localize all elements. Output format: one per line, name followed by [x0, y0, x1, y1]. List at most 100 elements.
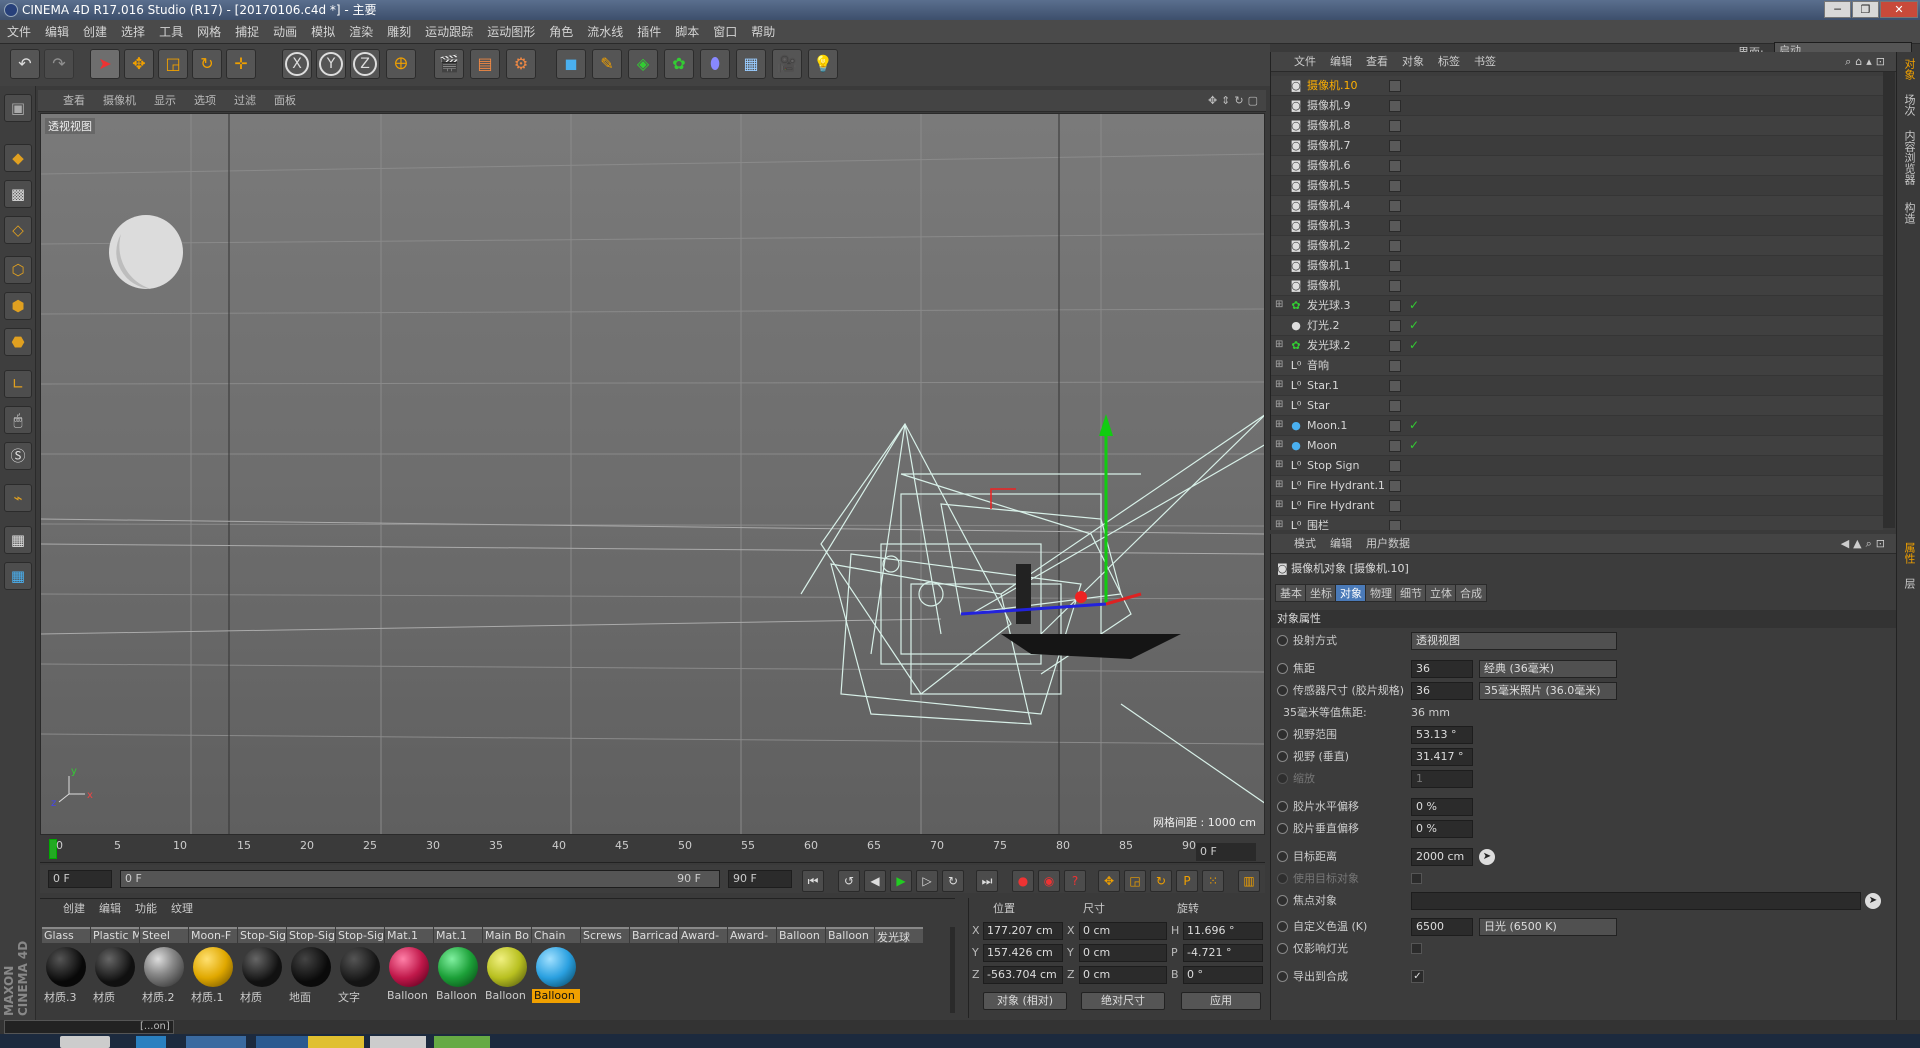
object-menu-objects[interactable]: 对象: [1395, 52, 1431, 72]
material-item[interactable]: 发光球: [875, 927, 923, 943]
polygons-mode-icon[interactable]: ⬣: [4, 328, 32, 356]
recent-tool-icon[interactable]: ✛: [226, 49, 256, 79]
menu-simulate[interactable]: 模拟: [304, 20, 342, 44]
play-icon[interactable]: ▶: [890, 870, 912, 892]
object-row[interactable]: ◙ 摄像机.6: [1271, 156, 1883, 176]
material-item[interactable]: Stop-Sig 地面: [287, 927, 335, 1003]
timeline-ruler[interactable]: 0 5 10 15 20 25 30 35 40 45 50 55 60 65 …: [40, 837, 1265, 863]
material-item[interactable]: Balloon: [826, 927, 874, 943]
material-menu-create[interactable]: 创建: [56, 899, 92, 919]
tab-basic[interactable]: 基本: [1275, 584, 1307, 602]
material-item[interactable]: Balloon: [777, 927, 825, 943]
object-menu-file[interactable]: 文件: [1287, 52, 1323, 72]
keyframe-selection-icon[interactable]: ?: [1064, 870, 1086, 892]
rotate-icon[interactable]: ↻: [192, 49, 222, 79]
export-composition-checkbox[interactable]: ✓: [1411, 970, 1424, 983]
cube-icon[interactable]: ◼: [556, 49, 586, 79]
z-axis-icon[interactable]: Z: [350, 49, 380, 79]
pen-icon[interactable]: ✎: [592, 49, 622, 79]
check-icon[interactable]: ✓: [1409, 338, 1419, 352]
pick-target-icon[interactable]: ➤: [1479, 849, 1495, 865]
tab-coords[interactable]: 坐标: [1305, 584, 1337, 602]
rotation-p-field[interactable]: -4.721 °: [1183, 944, 1263, 962]
material-menu-edit[interactable]: 编辑: [92, 899, 128, 919]
material-menu-function[interactable]: 功能: [128, 899, 164, 919]
check-icon[interactable]: ✓: [1409, 418, 1419, 432]
material-item[interactable]: Moon-F 材质.1: [189, 927, 237, 1003]
object-row[interactable]: ◙ 摄像机.7: [1271, 136, 1883, 156]
target-distance-field[interactable]: 2000 cm: [1411, 848, 1473, 866]
world-coord-icon[interactable]: 🜨: [386, 49, 416, 79]
fov-vertical-field[interactable]: 31.417 °: [1411, 748, 1473, 766]
focus-object-field[interactable]: [1411, 892, 1861, 910]
maximize-button[interactable]: ❐: [1852, 1, 1879, 18]
object-row[interactable]: ◙ 摄像机.3: [1271, 216, 1883, 236]
deformer-icon[interactable]: ⬮: [700, 49, 730, 79]
solo-icon[interactable]: Ⓢ: [4, 442, 32, 470]
move-icon[interactable]: ✥: [124, 49, 154, 79]
object-row[interactable]: ⊞ ● Moon ✓: [1271, 436, 1883, 456]
object-row[interactable]: ◙ 摄像机.5: [1271, 176, 1883, 196]
timeline-icon[interactable]: ▥: [1238, 870, 1260, 892]
y-axis-icon[interactable]: Y: [316, 49, 346, 79]
grid-icon[interactable]: ▦: [4, 562, 32, 590]
material-item[interactable]: Mat.1 Balloon: [434, 927, 482, 1003]
menu-edit[interactable]: 编辑: [38, 20, 76, 44]
material-item-selected[interactable]: Chain Balloon: [532, 927, 580, 1003]
menu-file[interactable]: 文件: [0, 20, 38, 44]
record-icon[interactable]: ●: [1012, 870, 1034, 892]
material-scrollbar[interactable]: [950, 927, 955, 1013]
scale-icon[interactable]: ◲: [158, 49, 188, 79]
object-row[interactable]: ⊞ L⁰ Fire Hydrant: [1271, 496, 1883, 516]
key-scale-icon[interactable]: ◲: [1124, 870, 1146, 892]
object-menu-view[interactable]: 查看: [1359, 52, 1395, 72]
viewport-nav-icons[interactable]: ✥⇕↻▢: [1208, 90, 1262, 112]
object-row[interactable]: ◙ 摄像机.1: [1271, 256, 1883, 276]
taskbar-item[interactable]: [186, 1036, 246, 1048]
check-icon[interactable]: ✓: [1409, 298, 1419, 312]
menu-animate[interactable]: 动画: [266, 20, 304, 44]
check-icon[interactable]: ✓: [1409, 438, 1419, 452]
object-row[interactable]: ⊞ L⁰ Star: [1271, 396, 1883, 416]
expand-icon[interactable]: ⊞: [1275, 480, 1285, 490]
attribute-menu-mode[interactable]: 模式: [1287, 534, 1323, 554]
expand-icon[interactable]: ⊞: [1275, 360, 1285, 370]
taskbar-item[interactable]: [370, 1036, 426, 1048]
tab-structure-vertical[interactable]: 构造: [1901, 202, 1917, 224]
cloner-icon[interactable]: ✿: [664, 49, 694, 79]
menu-snap[interactable]: 捕捉: [228, 20, 266, 44]
menu-character[interactable]: 角色: [542, 20, 580, 44]
size-z-field[interactable]: 0 cm: [1079, 966, 1167, 984]
fov-field[interactable]: 53.13 °: [1411, 726, 1473, 744]
menu-plugins[interactable]: 插件: [630, 20, 668, 44]
render-picture-viewer-icon[interactable]: ▤: [470, 49, 500, 79]
snap-icon[interactable]: ⌁: [4, 484, 32, 512]
menu-select[interactable]: 选择: [114, 20, 152, 44]
attribute-nav-icons[interactable]: ◀▲⌕⊡: [1841, 534, 1889, 554]
autokey-icon[interactable]: ◉: [1038, 870, 1060, 892]
size-mode-dropdown[interactable]: 绝对尺寸: [1081, 992, 1165, 1010]
object-row[interactable]: ◙ 摄像机.9: [1271, 96, 1883, 116]
menu-sculpt[interactable]: 雕刻: [380, 20, 418, 44]
viewport-menu-display[interactable]: 显示: [145, 90, 185, 112]
tab-layers-vertical[interactable]: 层: [1901, 578, 1917, 589]
workplane-mode-icon[interactable]: ◇: [4, 216, 32, 244]
material-item[interactable]: Stop-Sig 材质: [238, 927, 286, 1003]
next-frame-icon[interactable]: ▷: [916, 870, 938, 892]
film-offset-y-field[interactable]: 0 %: [1411, 820, 1473, 838]
position-x-field[interactable]: 177.207 cm: [983, 922, 1063, 940]
viewport-menu-filter[interactable]: 过滤: [225, 90, 265, 112]
goto-end-icon[interactable]: ⏭: [976, 870, 998, 892]
taskbar-item[interactable]: [136, 1036, 166, 1048]
camera-icon[interactable]: 🎥: [772, 49, 802, 79]
menu-render[interactable]: 渲染: [342, 20, 380, 44]
rotation-b-field[interactable]: 0 °: [1183, 966, 1263, 984]
key-rotation-icon[interactable]: ↻: [1150, 870, 1172, 892]
material-item[interactable]: Glass 材质.3: [42, 927, 90, 1003]
object-menu-bookmarks[interactable]: 书签: [1467, 52, 1503, 72]
minimize-button[interactable]: ─: [1824, 1, 1851, 18]
prev-key-icon[interactable]: ↺: [838, 870, 860, 892]
workplane-lock-icon[interactable]: ▦: [4, 526, 32, 554]
material-item[interactable]: Main Bo Balloon: [483, 927, 531, 1003]
menu-help[interactable]: 帮助: [744, 20, 782, 44]
